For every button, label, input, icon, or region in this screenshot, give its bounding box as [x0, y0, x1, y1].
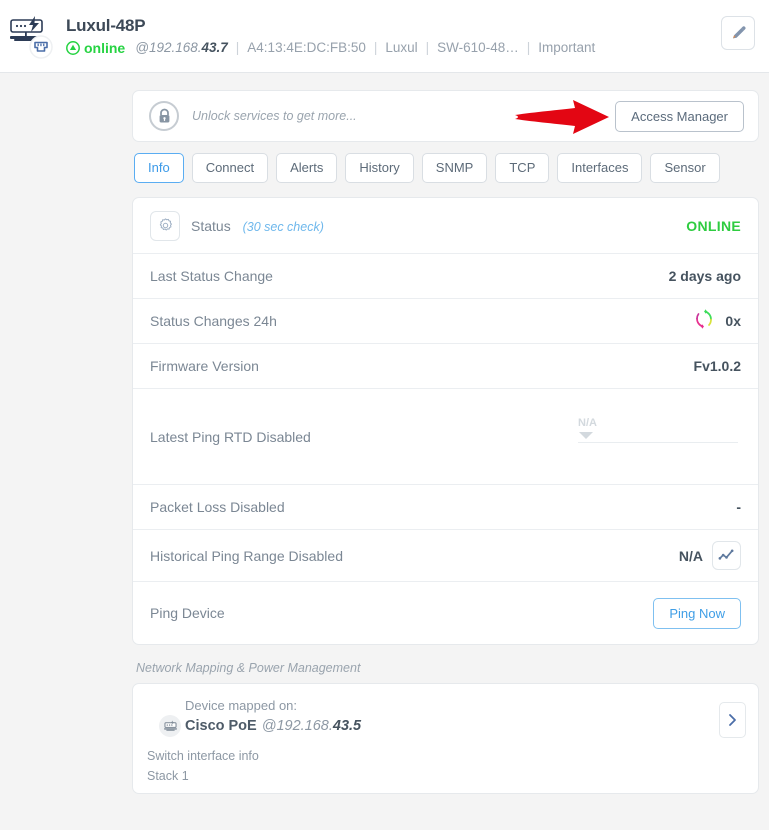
ping-rtd-gauge-value: N/A: [578, 416, 597, 429]
tab-alerts[interactable]: Alerts: [276, 153, 338, 183]
row-packet-loss: Packet Loss Disabled -: [133, 485, 758, 530]
gauge-marker-icon: [579, 431, 593, 439]
tab-info[interactable]: Info: [134, 153, 184, 183]
mapped-on-label: Device mapped on:: [185, 698, 298, 713]
status-row-label: Status (30 sec check): [191, 218, 686, 234]
ping-rtd-gauge: N/A: [578, 417, 738, 457]
row-firmware-version: Firmware Version Fv1.0.2: [133, 344, 758, 389]
switch-small-icon: [159, 715, 181, 737]
status-badge: online: [66, 40, 125, 56]
last-status-change-value: 2 days ago: [668, 268, 741, 284]
tab-tcp[interactable]: TCP: [495, 153, 550, 183]
line-chart-icon[interactable]: [712, 541, 741, 570]
content-column: Unlock services to get more... Access Ma…: [132, 90, 759, 794]
edit-device-button[interactable]: [721, 16, 755, 50]
meta-divider: |: [373, 40, 378, 55]
chevron-right-icon: [729, 714, 736, 726]
gauge-track: [578, 441, 738, 443]
status-label: online: [84, 40, 126, 56]
pencil-icon: [732, 25, 746, 38]
device-model: SW-610-48…: [437, 40, 519, 55]
unlock-message: Unlock services to get more...: [192, 109, 357, 123]
row-status: Status (30 sec check) ONLINE: [133, 198, 758, 254]
stack-label: Stack 1: [147, 769, 189, 783]
device-info-card: Status (30 sec check) ONLINE Last Status…: [132, 197, 759, 645]
ping-device-label: Ping Device: [150, 605, 225, 621]
network-mapping-card: Device mapped on: Cisco PoE @192.168.43.…: [132, 683, 759, 794]
device-mac: A4:13:4E:DC:FB:50: [247, 40, 366, 55]
lock-icon: [149, 101, 179, 131]
row-historical-ping-range: Historical Ping Range Disabled N/A: [133, 530, 758, 582]
mapped-device-row: Cisco PoE @192.168.43.5: [159, 715, 744, 737]
tab-connect[interactable]: Connect: [191, 153, 269, 183]
access-manager-button[interactable]: Access Manager: [615, 100, 744, 132]
packet-loss-value: -: [736, 499, 741, 515]
unlock-services-bar: Unlock services to get more... Access Ma…: [132, 90, 759, 142]
mapping-next-button[interactable]: [719, 702, 746, 738]
network-switch-icon: [8, 14, 60, 60]
tab-snmp[interactable]: SNMP: [421, 153, 488, 183]
historical-ping-range-value: N/A: [678, 547, 703, 564]
meta-divider: |: [526, 40, 531, 55]
firmware-version-value: Fv1.0.2: [693, 358, 741, 374]
mapped-device-ip: @192.168.43.5: [261, 718, 362, 734]
cycle-arrows-icon: [692, 307, 716, 336]
device-tag: Important: [538, 40, 596, 55]
tab-interfaces[interactable]: Interfaces: [557, 153, 643, 183]
page-title: Luxul-48P: [66, 16, 146, 35]
last-status-change-label: Last Status Change: [150, 268, 273, 284]
header-text-block: Luxul-48P online @192.168.43.7 | A4:13:4…: [60, 16, 721, 56]
mapped-device-name: Cisco PoE: [185, 718, 257, 734]
firmware-version-label: Firmware Version: [150, 358, 259, 374]
ping-now-button[interactable]: Ping Now: [653, 597, 741, 629]
status-value: ONLINE: [686, 217, 741, 234]
meta-divider: |: [235, 40, 240, 55]
switch-interface-info-label: Switch interface info: [147, 749, 259, 763]
page-body: Unlock services to get more... Access Ma…: [0, 73, 769, 794]
tab-bar: Info Connect Alerts History SNMP TCP Int…: [132, 153, 759, 183]
packet-loss-label: Packet Loss Disabled: [150, 499, 285, 515]
row-status-changes-24h: Status Changes 24h 0x: [133, 299, 758, 344]
row-last-status-change: Last Status Change 2 days ago: [133, 254, 758, 299]
status-changes-24h-value: 0x: [725, 313, 741, 329]
device-vendor: Luxul: [385, 40, 418, 55]
tab-history[interactable]: History: [345, 153, 414, 183]
status-text: Status: [191, 217, 231, 234]
tab-sensor[interactable]: Sensor: [650, 153, 720, 183]
network-mapping-title: Network Mapping & Power Management: [136, 661, 361, 675]
row-latest-ping-rtd: Latest Ping RTD Disabled N/A: [133, 389, 758, 485]
device-ip: @192.168.43.7: [135, 40, 228, 55]
gear-icon[interactable]: [150, 210, 180, 241]
latest-ping-rtd-label: Latest Ping RTD Disabled: [150, 428, 311, 445]
meta-divider: |: [425, 40, 430, 55]
mapped-device-block: Device mapped on: Cisco PoE @192.168.43.…: [147, 698, 744, 737]
status-changes-24h-label: Status Changes 24h: [150, 313, 277, 329]
online-circle-icon: [66, 41, 80, 55]
device-meta: online @192.168.43.7 | A4:13:4E:DC:FB:50…: [66, 40, 721, 56]
row-ping-device: Ping Device Ping Now: [133, 582, 758, 644]
status-check-interval: (30 sec check): [242, 219, 324, 234]
device-header: Luxul-48P online @192.168.43.7 | A4:13:4…: [0, 0, 769, 73]
historical-ping-range-label: Historical Ping Range Disabled: [150, 547, 343, 564]
